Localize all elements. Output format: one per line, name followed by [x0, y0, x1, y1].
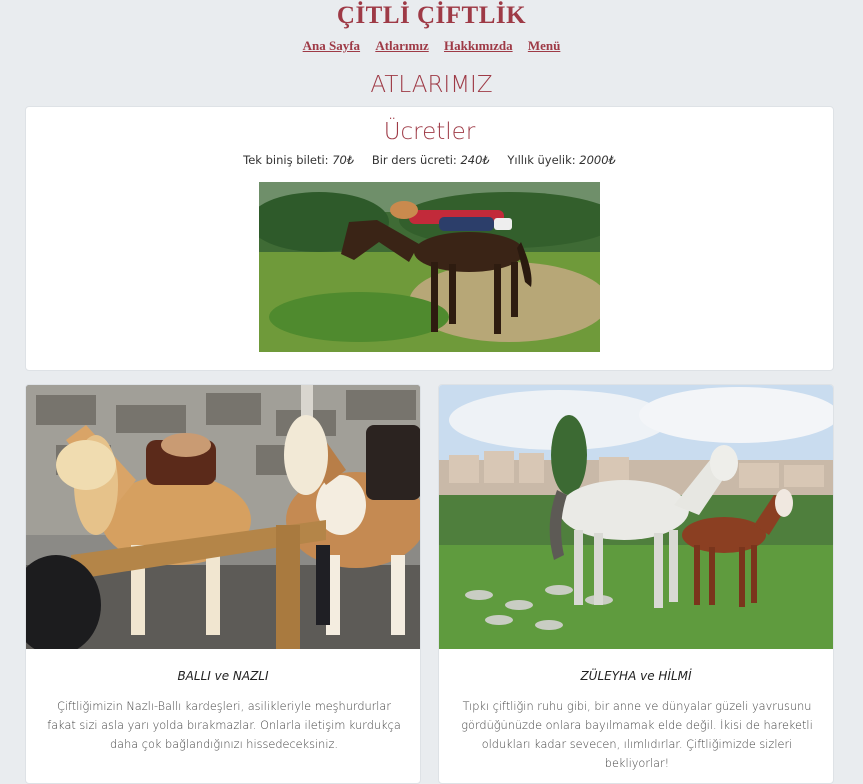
horse-photo: [26, 385, 420, 649]
pricing-card: Ücretler Tek biniş bileti: 70₺ Bir ders …: [25, 106, 834, 371]
site-title: ÇİTLİ ÇİFTLİK: [336, 2, 527, 29]
pricing-title: Ücretler: [383, 119, 476, 145]
section-heading: ATLARIMIZ: [370, 72, 493, 98]
nav-link-menu[interactable]: Menü: [528, 38, 561, 53]
riding-photo: [259, 182, 600, 352]
horse-name: ZÜLEYHA ve HİLMİ: [580, 669, 692, 683]
horse-card: BALLI ve NAZLI Çiftliğimizin Nazlı-Ballı…: [25, 384, 421, 784]
price-list: Tek biniş bileti: 70₺ Bir ders ücreti: 2…: [26, 153, 833, 167]
nav-link-horses[interactable]: Atlarımız: [375, 38, 428, 53]
horse-card: ZÜLEYHA ve HİLMİ Tıpkı çiftliğin ruhu gi…: [438, 384, 834, 784]
nav-link-home[interactable]: Ana Sayfa: [303, 38, 360, 53]
price-label: Yıllık üyelik:: [507, 153, 576, 167]
price-value: 2000₺: [579, 153, 616, 167]
price-value: 70₺: [332, 153, 355, 167]
horse-description: Tıpkı çiftliğin ruhu gibi, bir anne ve d…: [461, 700, 813, 770]
horse-description: Çiftliğimizin Nazlı-Ballı kardeşleri, as…: [47, 700, 401, 751]
horse-name: BALLI ve NAZLI: [177, 669, 269, 683]
main-nav: Ana Sayfa Atlarımız Hakkımızda Menü: [0, 38, 863, 54]
price-item-single-ride: Tek biniş bileti: 70₺: [243, 153, 358, 167]
price-item-membership: Yıllık üyelik: 2000₺: [507, 153, 615, 167]
price-label: Tek biniş bileti:: [243, 153, 329, 167]
price-label: Bir ders ücreti:: [371, 153, 457, 167]
horse-photo: [439, 385, 833, 649]
nav-link-about[interactable]: Hakkımızda: [444, 38, 513, 53]
price-item-lesson: Bir ders ücreti: 240₺: [372, 153, 494, 167]
price-value: 240₺: [460, 153, 490, 167]
